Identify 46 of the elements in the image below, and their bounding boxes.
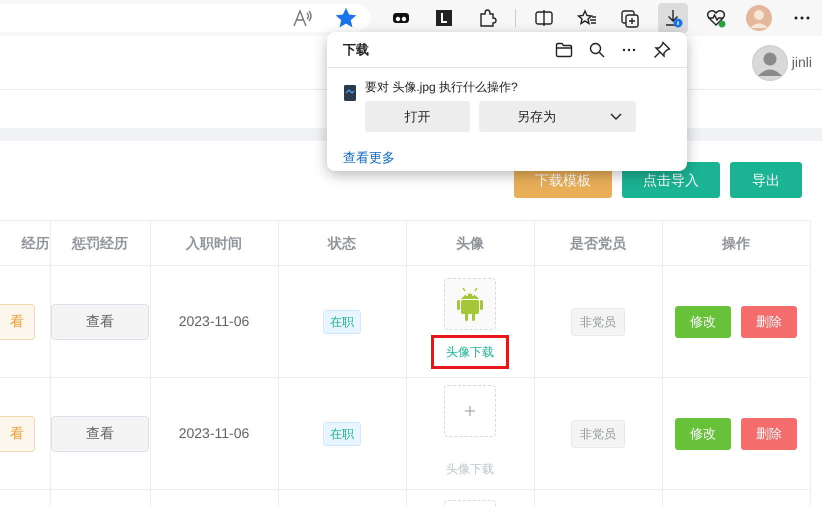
save-as-button[interactable]: 另存为 — [479, 101, 636, 132]
split-screen-icon[interactable] — [534, 8, 554, 28]
view-button[interactable]: 看 — [0, 304, 35, 340]
folder-icon[interactable] — [555, 42, 573, 58]
column-header: 操作 — [722, 234, 750, 250]
pin-icon[interactable] — [653, 40, 671, 58]
heart-pulse-icon[interactable] — [706, 8, 726, 28]
delete-button[interactable]: 删除 — [741, 306, 797, 338]
open-button[interactable]: 打开 — [365, 101, 470, 132]
plus-icon — [465, 406, 475, 416]
column-header: 入职时间 — [186, 234, 242, 250]
download-icon[interactable] — [663, 8, 683, 28]
hire-date: 2023-11-06 — [178, 425, 250, 441]
chevron-down-icon — [610, 112, 622, 120]
toolbar-button[interactable]: 导出 — [730, 162, 802, 198]
column-header: 是否党员 — [570, 234, 626, 250]
party-tag: 非党员 — [571, 420, 625, 448]
view-button[interactable]: 查看 — [51, 416, 149, 452]
avatar-download-link[interactable]: 头像下载 — [434, 454, 506, 482]
edit-button[interactable]: 修改 — [675, 418, 731, 450]
column-header: 惩罚经历 — [72, 234, 128, 250]
view-button[interactable]: 看 — [0, 416, 35, 452]
user-name[interactable]: jinli — [792, 52, 812, 73]
view-button[interactable]: 查看 — [51, 304, 149, 340]
collections-icon[interactable] — [620, 8, 640, 28]
popup-title: 下载 — [343, 40, 370, 59]
column-header: 状态 — [328, 234, 356, 250]
favorites-icon[interactable] — [577, 8, 597, 28]
delete-button[interactable]: 删除 — [741, 418, 797, 450]
android-icon — [457, 286, 483, 322]
column-header: 头像 — [456, 234, 484, 250]
column-header: 经历 — [22, 234, 50, 250]
see-more-link[interactable]: 查看更多 — [343, 148, 395, 168]
edit-button[interactable]: 修改 — [675, 306, 731, 338]
jpg-file-icon — [343, 84, 357, 102]
party-tag: 非党员 — [571, 308, 625, 336]
download-prompt: 要对 头像.jpg 执行什么操作? — [365, 79, 519, 96]
avatar-download-link[interactable]: 头像下载 — [434, 338, 506, 366]
search-icon[interactable] — [589, 42, 605, 58]
extension-icon[interactable] — [434, 8, 454, 28]
favorite-star-icon[interactable] — [336, 8, 356, 28]
status-tag: 在职 — [323, 422, 361, 446]
status-tag: 在职 — [323, 310, 361, 334]
read-aloud-icon[interactable] — [292, 8, 314, 28]
hire-date: 2023-11-06 — [178, 313, 250, 329]
user-avatar[interactable] — [752, 44, 788, 80]
